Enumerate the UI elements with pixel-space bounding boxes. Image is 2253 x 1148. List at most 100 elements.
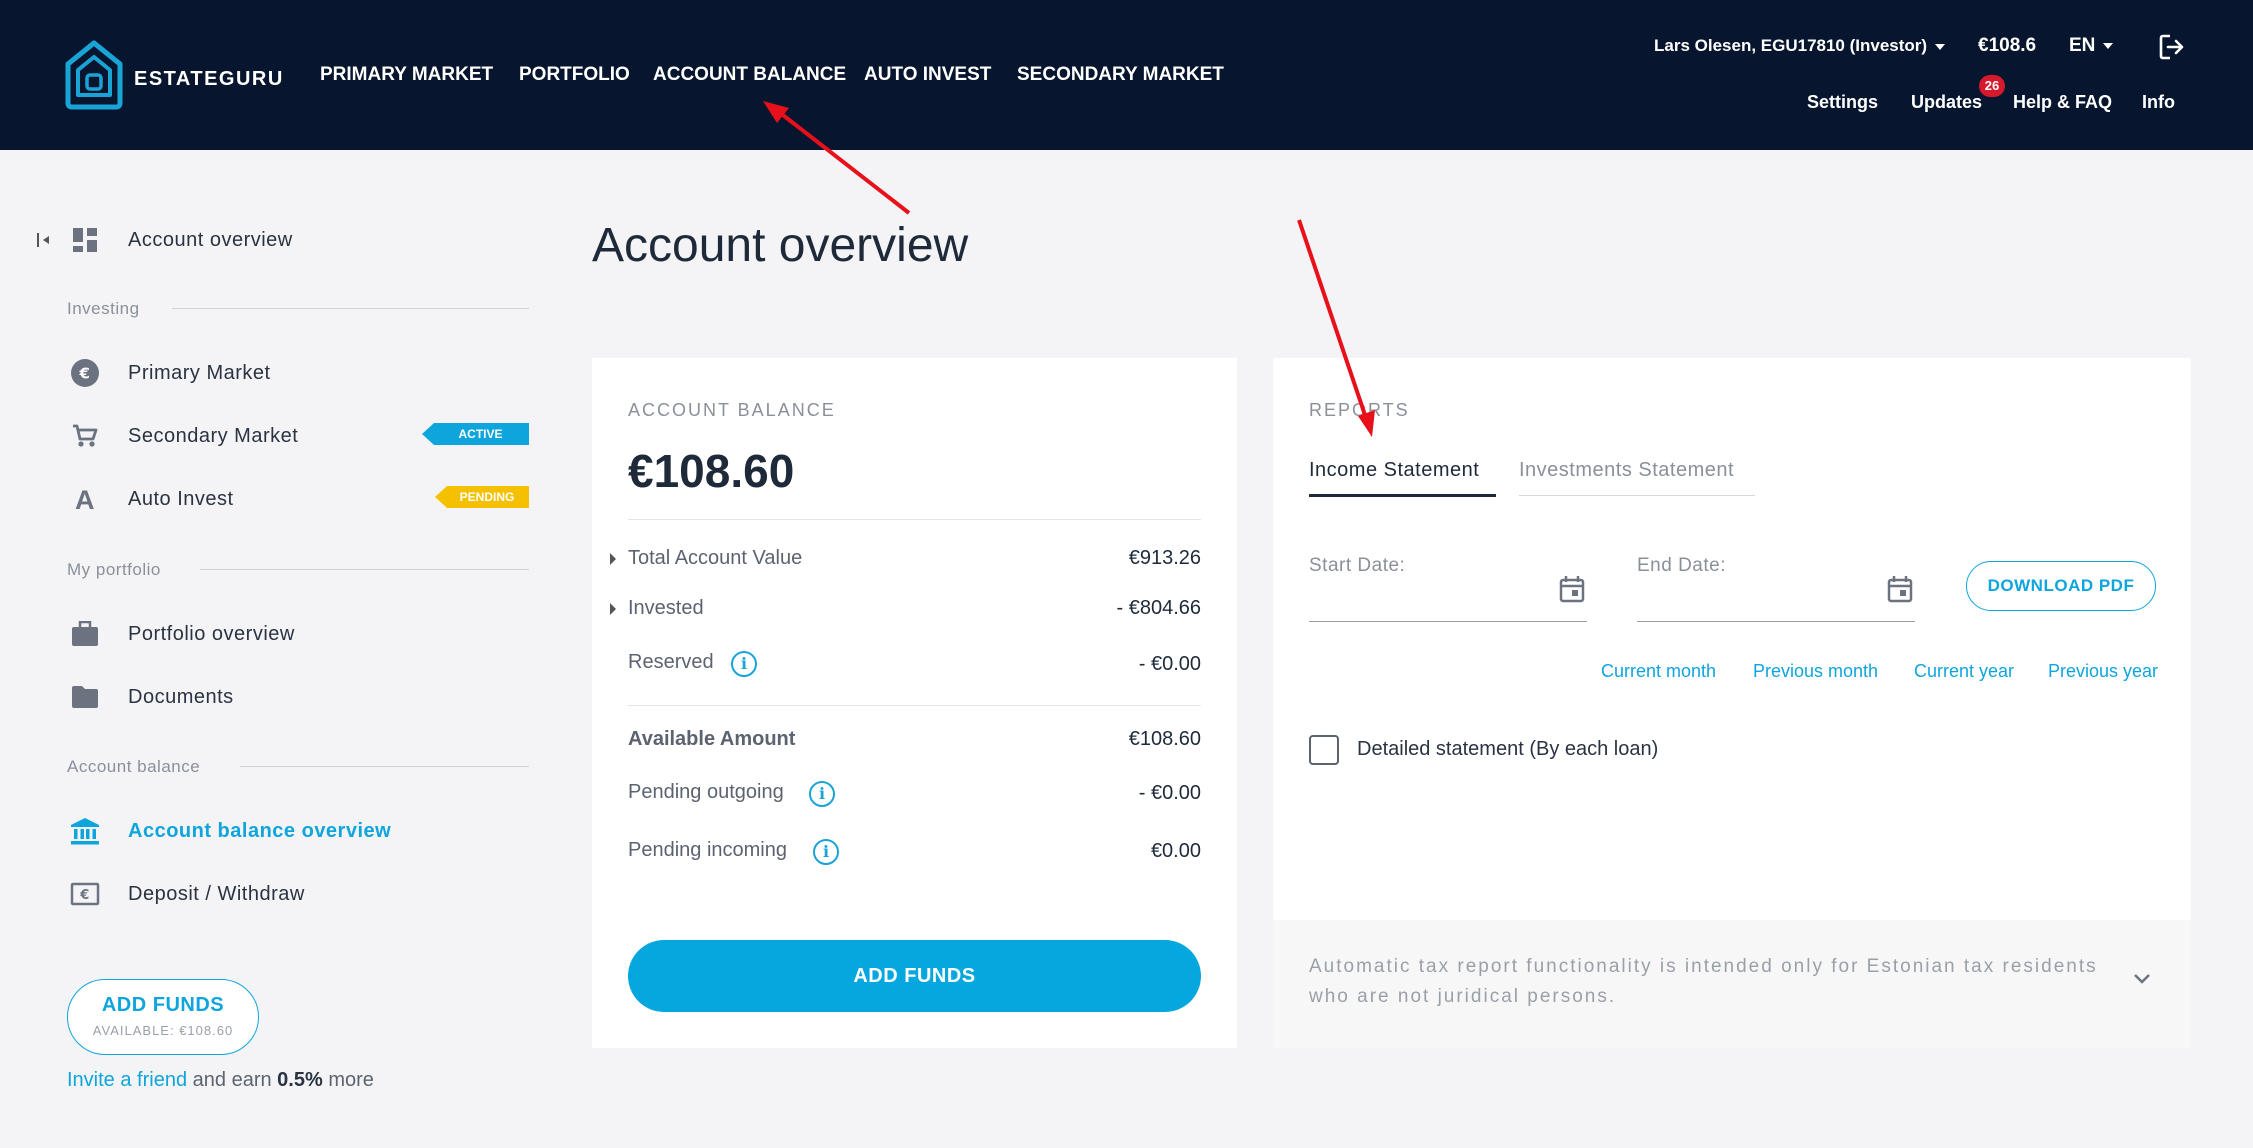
active-tab-indicator	[1309, 494, 1496, 497]
quick-range-previous-month[interactable]: Previous month	[1753, 661, 1878, 682]
sidebar-item-label: Secondary Market	[128, 424, 299, 447]
help-faq-link[interactable]: Help & FAQ	[2013, 92, 2112, 113]
sidebar-item-documents[interactable]: Documents	[68, 677, 234, 717]
expand-arrow-icon[interactable]	[610, 603, 616, 615]
add-funds-button[interactable]: ADD FUNDS	[628, 940, 1201, 1012]
tab-income-statement[interactable]: Income Statement	[1309, 459, 1479, 482]
user-menu[interactable]: Lars Olesen, EGU17810 (Investor)	[1654, 36, 1946, 56]
detailed-statement-label[interactable]: Detailed statement (By each loan)	[1357, 738, 1658, 761]
sidebar-item-account-overview[interactable]: Account overview	[68, 220, 293, 260]
chevron-down-icon	[2103, 42, 2114, 49]
brand-name[interactable]: ESTATEGURU	[134, 68, 284, 91]
start-date-field[interactable]: Start Date:	[1309, 555, 1587, 622]
quick-range-current-month[interactable]: Current month	[1601, 661, 1716, 682]
chevron-down-icon[interactable]	[2132, 971, 2152, 985]
invite-text: and earn	[192, 1069, 272, 1091]
divider	[172, 308, 529, 309]
total-account-value: €913.26	[1128, 547, 1201, 569]
sidebar-item-label: Account overview	[128, 228, 293, 251]
divider	[240, 766, 529, 767]
chevron-down-icon	[1935, 43, 1946, 50]
shopping-cart-icon	[68, 419, 102, 453]
invite-friend-text: Invite a friend and earn 0.5% more	[67, 1069, 374, 1092]
total-account-value-label[interactable]: Total Account Value	[628, 547, 802, 570]
sidebar-item-primary-market[interactable]: € Primary Market	[68, 353, 271, 393]
settings-link[interactable]: Settings	[1807, 92, 1878, 113]
sidebar-item-auto-invest[interactable]: A Auto Invest	[68, 479, 234, 519]
pending-outgoing-value: - €0.00	[1138, 782, 1201, 804]
dashboard-icon	[68, 223, 102, 257]
invite-rate: 0.5%	[277, 1069, 323, 1091]
invite-text-end: more	[328, 1069, 374, 1091]
nav-auto-invest[interactable]: AUTO INVEST	[864, 64, 991, 86]
pending-incoming-label: Pending incoming	[628, 839, 787, 861]
euro-coin-icon: €	[68, 356, 102, 390]
sidebar-item-portfolio-overview[interactable]: Portfolio overview	[68, 614, 295, 654]
quick-range-current-year[interactable]: Current year	[1914, 661, 2014, 682]
header-balance[interactable]: €108.6	[1978, 35, 2036, 57]
estateguru-logo-icon[interactable]	[64, 40, 124, 110]
briefcase-icon	[68, 617, 102, 651]
section-title-account-balance: Account balance	[67, 757, 201, 776]
calendar-icon[interactable]	[1887, 575, 1913, 603]
info-icon[interactable]: i	[731, 651, 757, 677]
nav-secondary-market[interactable]: SECONDARY MARKET	[1017, 64, 1224, 86]
status-badge-active: ACTIVE	[422, 423, 529, 445]
reports-heading: REPORTS	[1309, 400, 1410, 420]
account-balance-heading: ACCOUNT BALANCE	[628, 400, 836, 420]
collapse-sidebar-icon[interactable]	[34, 230, 54, 250]
download-pdf-button[interactable]: DOWNLOAD PDF	[1966, 561, 2156, 611]
reserved-label: Reserved	[628, 651, 714, 673]
user-name: Lars Olesen, EGU17810 (Investor)	[1654, 36, 1928, 55]
language-selector[interactable]: EN	[2069, 35, 2114, 57]
end-date-label: End Date:	[1637, 555, 1726, 576]
sidebar-add-funds-button[interactable]: ADD FUNDS AVAILABLE: €108.60	[67, 979, 259, 1055]
invite-friend-link[interactable]: Invite a friend	[67, 1069, 187, 1091]
nav-primary-market[interactable]: PRIMARY MARKET	[320, 64, 493, 86]
info-icon[interactable]: i	[813, 839, 839, 865]
expand-arrow-icon[interactable]	[610, 553, 616, 565]
invested-value: - €804.66	[1116, 597, 1201, 619]
language-label: EN	[2069, 35, 2096, 56]
section-title-investing: Investing	[67, 299, 140, 318]
bank-icon	[68, 814, 102, 848]
end-date-field[interactable]: End Date:	[1637, 555, 1915, 622]
folder-icon	[68, 680, 102, 714]
nav-account-balance[interactable]: ACCOUNT BALANCE	[653, 64, 846, 86]
updates-count-badge: 26	[1979, 75, 2005, 97]
sidebar-item-label: Documents	[128, 685, 234, 708]
pending-outgoing-label: Pending outgoing	[628, 781, 784, 803]
divider	[628, 519, 1201, 520]
calendar-icon[interactable]	[1559, 575, 1585, 603]
section-title-my-portfolio: My portfolio	[67, 560, 161, 579]
info-link[interactable]: Info	[2142, 92, 2175, 113]
svg-text:€: €	[79, 365, 91, 383]
sidebar-item-account-balance-overview[interactable]: Account balance overview	[68, 811, 391, 851]
start-date-label: Start Date:	[1309, 555, 1406, 576]
sidebar-item-label: Deposit / Withdraw	[128, 882, 305, 905]
sidebar-item-label: Primary Market	[128, 361, 271, 384]
detailed-statement-checkbox[interactable]	[1309, 735, 1339, 765]
logout-icon[interactable]	[2158, 33, 2186, 61]
tab-investments-statement[interactable]: Investments Statement	[1519, 459, 1734, 482]
nav-portfolio[interactable]: PORTFOLIO	[519, 64, 630, 86]
sidebar-item-secondary-market[interactable]: Secondary Market	[68, 416, 298, 456]
info-icon[interactable]: i	[809, 781, 835, 807]
divider	[628, 705, 1201, 706]
balance-amount: €108.60	[628, 445, 795, 497]
sidebar-item-label: Portfolio overview	[128, 622, 295, 645]
tab-underline	[1519, 495, 1755, 496]
sidebar-item-label: Auto Invest	[128, 487, 234, 510]
invested-label[interactable]: Invested	[628, 597, 704, 620]
svg-text:€: €	[79, 888, 90, 903]
sidebar-item-deposit-withdraw[interactable]: € Deposit / Withdraw	[68, 874, 305, 914]
status-badge-pending: PENDING	[435, 486, 529, 508]
available-amount-label: AVAILABLE: €108.60	[92, 1023, 234, 1038]
updates-link[interactable]: Updates	[1911, 92, 1982, 113]
svg-text:A: A	[75, 485, 95, 513]
page-title: Account overview	[592, 219, 969, 272]
add-funds-label: ADD FUNDS	[101, 994, 225, 1016]
sidebar-item-label: Account balance overview	[128, 819, 392, 842]
quick-range-previous-year[interactable]: Previous year	[2048, 661, 2158, 682]
pending-incoming-value: €0.00	[1150, 840, 1201, 862]
